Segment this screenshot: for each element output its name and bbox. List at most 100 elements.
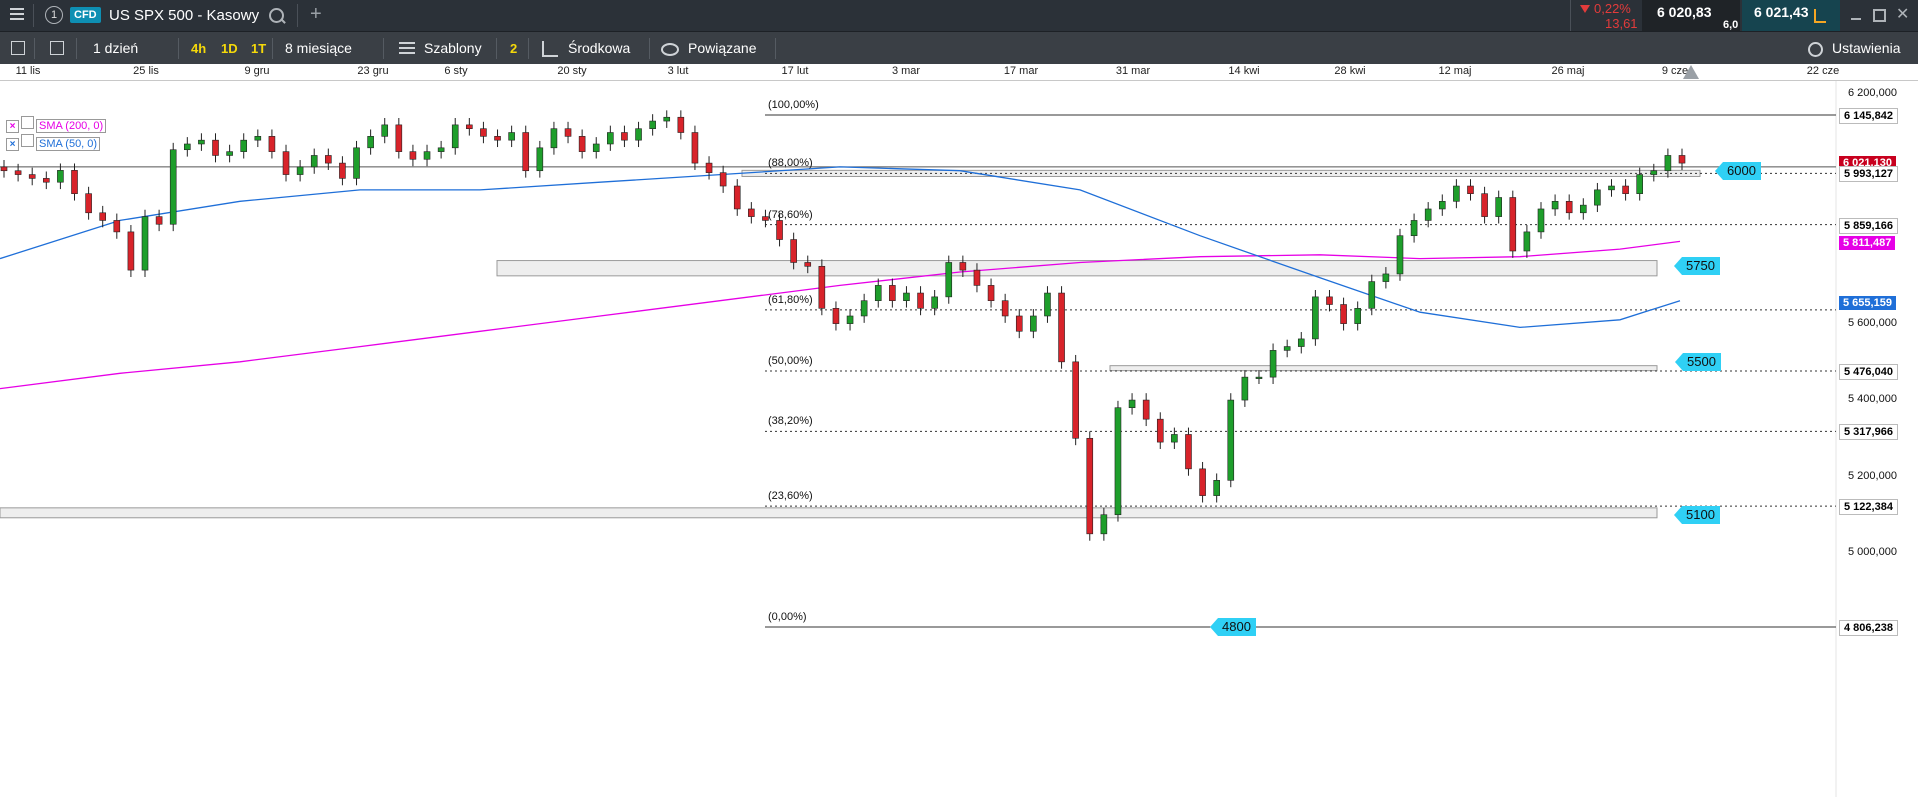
date-tick-label: 22 cze [1806,65,1840,77]
minimize-icon[interactable] [1851,18,1861,20]
templates-button[interactable]: Szablony [424,32,482,65]
candle-body [310,155,318,168]
style-icon[interactable] [21,134,34,147]
date-tick-label: 14 kwi [1228,65,1260,77]
candle-body [1100,514,1108,535]
candle-body [1001,300,1009,317]
candle-body [691,132,699,164]
candle-body [578,136,586,152]
price-marker: 5 317,966 [1839,424,1898,441]
candle-body [917,292,924,309]
chart-window-icon[interactable] [1814,9,1826,23]
legend-sma50[interactable]: × SMA (50, 0) [6,134,101,151]
layout-list-icon[interactable] [11,41,25,55]
candle-body [550,128,558,149]
chart-area[interactable]: × SMA (200, 0) × SMA (50, 0) 6 200,000 5 60… [0,65,1918,797]
fib-level-label: (50,00%) [768,355,813,367]
candle-body [635,128,642,141]
instrument-number-badge[interactable]: 1 [45,6,63,24]
candle-body [169,149,177,225]
candle-body [818,265,826,309]
date-tick-label: 3 mar [891,65,921,77]
candle-body [832,308,840,324]
level-tag: 5100 [1674,505,1720,524]
candle-body [339,162,346,179]
candle-body [1382,273,1390,282]
popout-icon[interactable] [1873,9,1886,22]
candle-body [409,151,417,160]
candle-body [480,128,487,137]
studies-button[interactable]: Środkowa [568,32,630,65]
level-tag: 5500 [1675,352,1721,371]
candle-body [804,262,812,267]
remove-indicator-icon[interactable]: × [6,138,19,151]
candle-body [973,269,981,286]
candle-body [1015,315,1023,332]
candle-body [423,151,431,160]
level-tag: 6000 [1715,161,1761,180]
candle-body [184,143,191,151]
candle-body [198,139,205,145]
candle-body [466,124,473,129]
settings-button[interactable]: Ustawienia [1832,32,1900,65]
candle-body [959,262,967,271]
add-tab-icon[interactable]: + [310,3,322,26]
legend-sma200[interactable]: × SMA (200, 0) [6,116,107,133]
candle-body [592,143,600,152]
close-icon[interactable]: ✕ [1896,4,1909,24]
chart-canvas[interactable] [0,81,1918,797]
candle-body [1368,281,1376,309]
candle-body [395,124,403,152]
remove-indicator-icon[interactable]: × [6,120,19,133]
indicators-count-button[interactable]: 2 [510,32,517,65]
interval-select[interactable]: 1 dzień [93,32,138,65]
candle-body [564,128,572,137]
candle-body [71,170,78,194]
style-icon[interactable] [21,116,34,129]
candle-body [1664,155,1672,172]
candle-body [1678,155,1686,164]
candle-body [931,296,938,309]
candle-body [1213,480,1220,496]
date-tick-label: 12 maj [1438,65,1472,77]
fib-level-label: (78,60%) [768,208,813,221]
scroll-to-latest-icon[interactable] [1683,65,1699,79]
candle-body [1636,174,1643,194]
candle-body [1326,296,1333,305]
candle-body [889,285,896,301]
instrument-name[interactable]: US SPX 500 - Kasowy [109,7,259,24]
price-marker: 6 145,842 [1839,108,1898,124]
price-marker: 5 859,166 [1839,217,1898,234]
candle-body [1579,204,1587,214]
legend-label: SMA (200, 0) [36,119,107,133]
candle-body [1044,292,1051,317]
cfd-badge: CFD [70,7,101,23]
date-tick-label: 17 lut [781,65,809,77]
sma50-line [0,166,1681,329]
candle-body [663,116,671,122]
interval-1d-button[interactable]: 1D [221,32,238,65]
ask-price: 6 021,43 [1754,4,1809,20]
menu-button[interactable] [10,8,26,22]
candle-body [240,139,248,152]
candle-body [719,172,727,187]
candle-body [1495,197,1502,217]
layout-grid-icon[interactable] [50,41,64,55]
candle-body [1142,399,1150,420]
candle-body [1283,346,1291,351]
candle-body [254,136,262,141]
range-select[interactable]: 8 miesiące [285,32,352,65]
zone-box [1109,365,1658,372]
candle-body [1650,170,1658,175]
candle-body [14,170,22,175]
candle-body [1312,296,1319,340]
interval-4h-button[interactable]: 4h [191,32,206,65]
candle-body [945,262,953,298]
price-marker: 5 655,159 [1839,295,1896,310]
linked-button[interactable]: Powiązane [688,32,757,65]
zone-box [0,507,1658,519]
candle-body [677,116,685,133]
eye-icon [661,43,679,56]
interval-1t-button[interactable]: 1T [251,32,266,65]
candle-body [1608,185,1615,191]
